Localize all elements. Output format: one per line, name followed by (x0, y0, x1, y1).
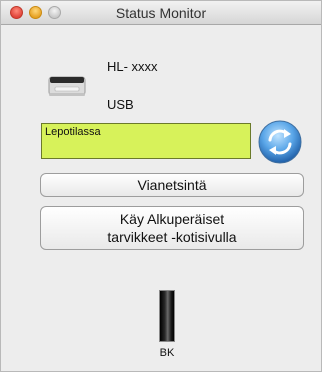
status-text: Lepotilassa (45, 126, 101, 138)
ink-label: BK (159, 347, 175, 359)
black-ink-level-bar (159, 290, 175, 342)
supplies-label-line2: tarvikkeet -kotisivulla (107, 229, 237, 245)
status-monitor-window: Status Monitor HL- xxxx USB Lepotilassa … (0, 0, 322, 372)
genuine-supplies-button[interactable]: Käy Alkuperäiset tarvikkeet -kotisivulla (40, 206, 304, 250)
status-display: Lepotilassa (41, 123, 251, 159)
printer-model: HL- xxxx (107, 59, 158, 74)
title-bar: Status Monitor (1, 1, 321, 25)
troubleshoot-button[interactable]: Vianetsintä (40, 173, 304, 197)
refresh-icon[interactable] (257, 119, 303, 165)
connection-type: USB (107, 97, 134, 112)
supplies-label-line1: Käy Alkuperäiset (119, 211, 225, 227)
printer-icon (48, 76, 86, 96)
window-title: Status Monitor (115, 5, 207, 21)
troubleshoot-label: Vianetsintä (137, 177, 207, 193)
